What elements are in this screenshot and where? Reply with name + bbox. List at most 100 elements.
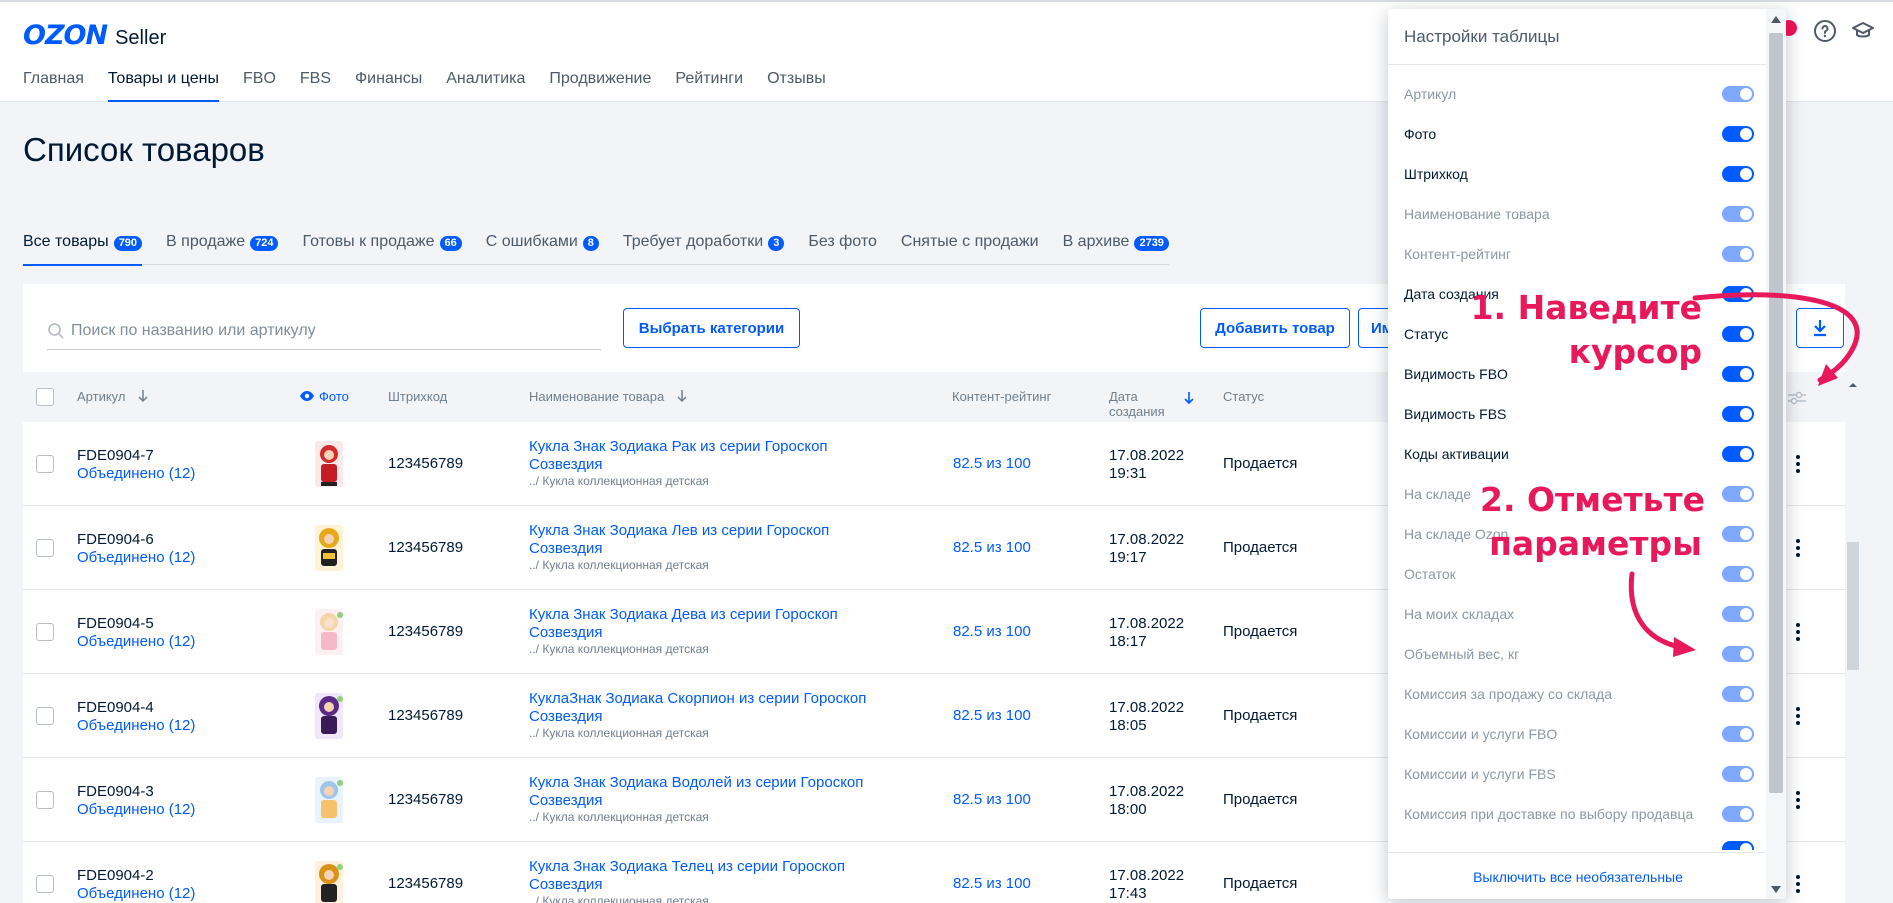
- page-scrollbar-thumb[interactable]: [1847, 542, 1859, 670]
- popup-scroll-down-icon[interactable]: [1771, 886, 1781, 893]
- content-rating[interactable]: 82.5 из 100: [953, 623, 1031, 641]
- more-options-icon[interactable]: [1795, 538, 1801, 558]
- merged-link[interactable]: Объединено (12): [77, 801, 195, 818]
- content-rating[interactable]: 82.5 из 100: [953, 875, 1031, 893]
- row-checkbox[interactable]: [36, 875, 54, 893]
- content-rating[interactable]: 82.5 из 100: [953, 791, 1031, 809]
- product-photo[interactable]: [309, 775, 349, 825]
- more-options-icon[interactable]: [1795, 454, 1801, 474]
- header-photo[interactable]: Фото: [299, 389, 349, 404]
- setting-toggle[interactable]: [1722, 646, 1754, 662]
- product-name-link[interactable]: Кукла Знак Зодиака Водолей из серии Горо…: [529, 774, 863, 791]
- merged-link[interactable]: Объединено (12): [77, 633, 195, 650]
- tab-on-sale[interactable]: В продаже 724: [166, 233, 279, 265]
- setting-toggle[interactable]: [1722, 566, 1754, 582]
- logo[interactable]: OZON Seller: [23, 20, 166, 51]
- setting-toggle[interactable]: [1722, 406, 1754, 422]
- header-date[interactable]: Дата создания: [1109, 389, 1165, 419]
- select-all-checkbox[interactable]: [36, 388, 54, 406]
- more-options-icon[interactable]: [1795, 622, 1801, 642]
- content-rating[interactable]: 82.5 из 100: [953, 539, 1031, 557]
- nav-analytics[interactable]: Аналитика: [446, 70, 525, 102]
- product-name-link[interactable]: Кукла Знак Зодиака Рак из серии Гороскоп: [529, 438, 828, 455]
- setting-toggle[interactable]: [1722, 286, 1754, 302]
- setting-toggle[interactable]: [1722, 686, 1754, 702]
- nav-fbs[interactable]: FBS: [300, 70, 331, 102]
- merged-link[interactable]: Объединено (12): [77, 465, 195, 482]
- header-name[interactable]: Наименование товара: [529, 389, 688, 404]
- disable-optional-link[interactable]: Выключить все необязательные: [1473, 869, 1683, 885]
- product-photo[interactable]: [309, 607, 349, 657]
- row-checkbox[interactable]: [36, 539, 54, 557]
- tab-no-photo[interactable]: Без фото: [808, 233, 877, 265]
- product-photo[interactable]: [309, 439, 349, 489]
- tab-ready[interactable]: Готовы к продаже 66: [302, 233, 462, 265]
- product-photo[interactable]: [309, 691, 349, 741]
- content-rating[interactable]: 82.5 из 100: [953, 707, 1031, 725]
- more-options-icon[interactable]: [1795, 706, 1801, 726]
- setting-toggle[interactable]: [1722, 326, 1754, 342]
- setting-photo[interactable]: Фото: [1404, 114, 1754, 154]
- nav-finance[interactable]: Финансы: [355, 70, 422, 102]
- setting-toggle[interactable]: [1722, 526, 1754, 542]
- product-name-link[interactable]: КуклаЗнак Зодиака Скорпион из серии Горо…: [529, 690, 866, 707]
- setting-volume-weight[interactable]: Объемный вес, кг: [1404, 634, 1754, 674]
- setting-commission-fbo[interactable]: Комиссии и услуги FBO: [1404, 714, 1754, 754]
- popup-scrollbar[interactable]: [1766, 9, 1786, 899]
- product-name-link-line2[interactable]: Созвездия: [529, 792, 603, 809]
- popup-scroll-up-icon[interactable]: [1771, 16, 1781, 23]
- row-checkbox[interactable]: [36, 455, 54, 473]
- nav-fbo[interactable]: FBO: [243, 70, 276, 102]
- education-icon[interactable]: [1851, 19, 1875, 43]
- choose-categories-button[interactable]: Выбрать категории: [623, 308, 800, 348]
- setting-toggle[interactable]: [1722, 486, 1754, 502]
- setting-barcode[interactable]: Штрихкод: [1404, 154, 1754, 194]
- setting-toggle[interactable]: [1722, 766, 1754, 782]
- nav-reviews[interactable]: Отзывы: [767, 70, 826, 102]
- content-rating[interactable]: 82.5 из 100: [953, 455, 1031, 473]
- merged-link[interactable]: Объединено (12): [77, 549, 195, 566]
- tab-all[interactable]: Все товары 790: [23, 233, 143, 266]
- sort-desc-icon[interactable]: [1183, 391, 1195, 405]
- product-name-link-line2[interactable]: Созвездия: [529, 456, 603, 473]
- more-options-icon[interactable]: [1795, 790, 1801, 810]
- product-name-link-line2[interactable]: Созвездия: [529, 876, 603, 893]
- setting-toggle[interactable]: [1722, 126, 1754, 142]
- setting-toggle[interactable]: [1722, 726, 1754, 742]
- tab-needs-work[interactable]: Требует доработки 3: [623, 233, 785, 265]
- more-options-icon[interactable]: [1795, 874, 1801, 894]
- search-input[interactable]: [71, 321, 571, 340]
- setting-toggle[interactable]: [1722, 366, 1754, 382]
- tab-archive[interactable]: В архиве 2739: [1063, 233, 1169, 265]
- product-name-link-line2[interactable]: Созвездия: [529, 624, 603, 641]
- download-button[interactable]: [1796, 308, 1844, 348]
- tab-removed[interactable]: Снятые с продажи: [901, 233, 1039, 265]
- setting-commission-fbs[interactable]: Комиссии и услуги FBS: [1404, 754, 1754, 794]
- product-name-link-line2[interactable]: Созвездия: [529, 708, 603, 725]
- product-photo[interactable]: [309, 523, 349, 573]
- product-name-link-line2[interactable]: Созвездия: [529, 540, 603, 557]
- merged-link[interactable]: Объединено (12): [77, 885, 195, 902]
- row-checkbox[interactable]: [36, 707, 54, 725]
- tab-errors[interactable]: С ошибками 8: [486, 233, 599, 265]
- row-checkbox[interactable]: [36, 791, 54, 809]
- setting-toggle[interactable]: [1722, 806, 1754, 822]
- scroll-up-icon[interactable]: [1847, 380, 1859, 390]
- product-name-link[interactable]: Кукла Знак Зодиака Лев из серии Гороскоп: [529, 522, 829, 539]
- header-article[interactable]: Артикул: [77, 389, 149, 404]
- help-icon[interactable]: [1813, 19, 1837, 43]
- row-checkbox[interactable]: [36, 623, 54, 641]
- setting-toggle[interactable]: [1722, 606, 1754, 622]
- setting-toggle[interactable]: [1722, 166, 1754, 182]
- product-name-link[interactable]: Кукла Знак Зодиака Телец из серии Гороск…: [529, 858, 845, 875]
- merged-link[interactable]: Объединено (12): [77, 717, 195, 734]
- product-name-link[interactable]: Кукла Знак Зодиака Дева из серии Гороско…: [529, 606, 838, 623]
- page-scrollbar[interactable]: [1847, 380, 1859, 903]
- add-product-button[interactable]: Добавить товар: [1200, 308, 1350, 348]
- popup-scrollbar-thumb[interactable]: [1769, 33, 1783, 793]
- setting-sale-commission[interactable]: Комиссия за продажу со склада: [1404, 674, 1754, 714]
- setting-activation-codes[interactable]: Коды активации: [1404, 434, 1754, 474]
- table-settings-icon[interactable]: [1787, 390, 1807, 406]
- setting-delivery-commission[interactable]: Комиссия при доставке по выбору продавца: [1404, 794, 1754, 834]
- product-photo[interactable]: [309, 859, 349, 903]
